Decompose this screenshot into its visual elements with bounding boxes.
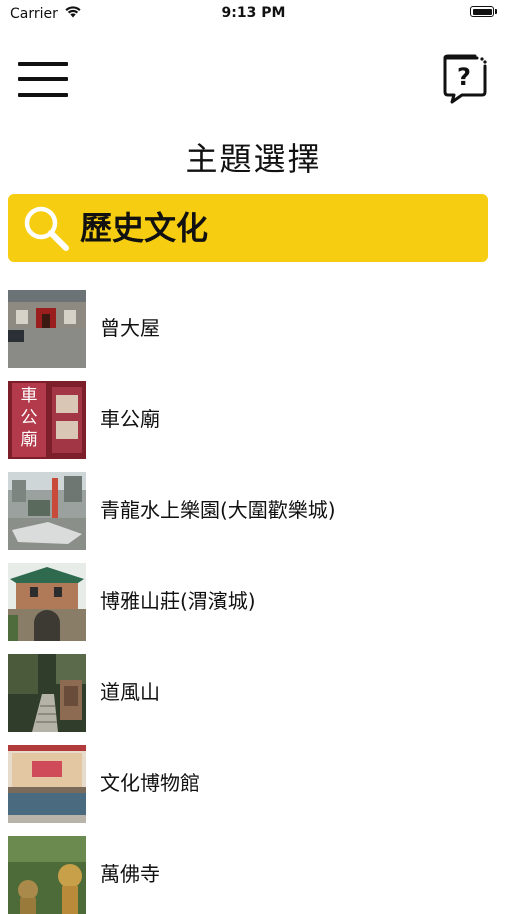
help-chat-bubble-icon: ? [443,54,487,104]
list-item-water-park[interactable]: 青龍水上樂園(大圍歡樂城) [0,468,507,550]
place-thumbnail: 車 公 廟 [8,381,86,459]
place-label: 青龍水上樂園(大圍歡樂城) [100,498,336,522]
place-label: 文化博物館 [100,771,200,795]
svg-text:公: 公 [21,408,38,428]
search-icon [24,206,69,251]
status-time: 9:13 PM [221,5,286,21]
place-label: 道風山 [100,680,160,704]
list-item-heritage-museum[interactable]: 文化博物館 [0,741,507,823]
list-item-che-kung-temple[interactable]: 車 公 廟 車公廟 [0,377,507,459]
list-item-pok-ngar-villa[interactable]: 博雅山莊(渭濱城) [0,559,507,641]
svg-text:車: 車 [21,386,38,406]
place-label: 博雅山莊(渭濱城) [100,589,256,613]
place-label: 曾大屋 [100,316,160,340]
place-thumbnail [8,290,86,368]
place-thumbnail [8,654,86,732]
search-bar[interactable]: 歷史文化 [8,194,488,262]
search-value: 歷史文化 [80,209,209,247]
list-item-tsang-tai-uk[interactable]: 曾大屋 [0,286,507,368]
place-label: 萬佛寺 [100,862,160,886]
place-thumbnail [8,472,86,550]
status-bar: Carrier 9:13 PM [0,0,507,28]
list-item-ten-thousand-buddhas[interactable]: 萬佛寺 [0,832,507,914]
place-thumbnail [8,563,86,641]
help-button[interactable]: ? [440,52,490,104]
svg-text:廟: 廟 [21,430,38,450]
page-title: 主題選擇 [185,140,322,178]
svg-text:?: ? [457,63,471,91]
place-thumbnail [8,745,86,823]
place-label: 車公廟 [100,407,160,431]
place-thumbnail [8,836,86,914]
list-item-tao-fong-shan[interactable]: 道風山 [0,650,507,732]
battery-icon [470,6,497,17]
menu-button[interactable] [18,60,68,100]
